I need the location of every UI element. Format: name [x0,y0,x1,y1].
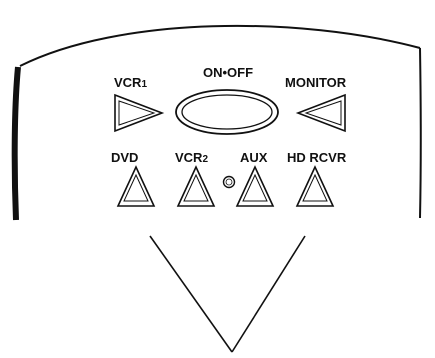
triangle-up-icon [235,165,275,207]
indicator-led [222,175,236,189]
monitor-label: MONITOR [285,75,347,90]
on-off-button[interactable] [175,89,279,135]
vcr1-label: VCR1 [114,75,147,90]
vcr1-button[interactable] [114,93,165,133]
pointer-line-left [149,235,233,353]
dvd-button[interactable] [116,165,156,207]
remote-right-edge [419,47,422,219]
on-off-label: ON•OFF [203,65,253,80]
hd-rcvr-button[interactable] [295,165,335,207]
triangle-up-icon [116,165,156,207]
aux-label: AUX [240,150,268,165]
led-outer-icon [222,175,236,189]
aux-button[interactable] [235,165,275,207]
monitor-button[interactable] [295,93,346,133]
pointer-line-right [231,235,306,353]
remote-control-diagram: VCR1 ON•OFF MONITOR DVD VCR2 AUX HD RCVR [11,24,422,353]
dvd-label: DVD [111,150,138,165]
remote-left-edge [11,66,21,221]
triangle-up-icon [295,165,335,207]
vcr2-button[interactable] [176,165,216,207]
triangle-up-icon [176,165,216,207]
oval-outer-icon [175,89,279,135]
remote-top-outline [19,24,421,67]
hd-rcvr-label: HD RCVR [287,150,347,165]
vcr2-label: VCR2 [175,150,208,165]
